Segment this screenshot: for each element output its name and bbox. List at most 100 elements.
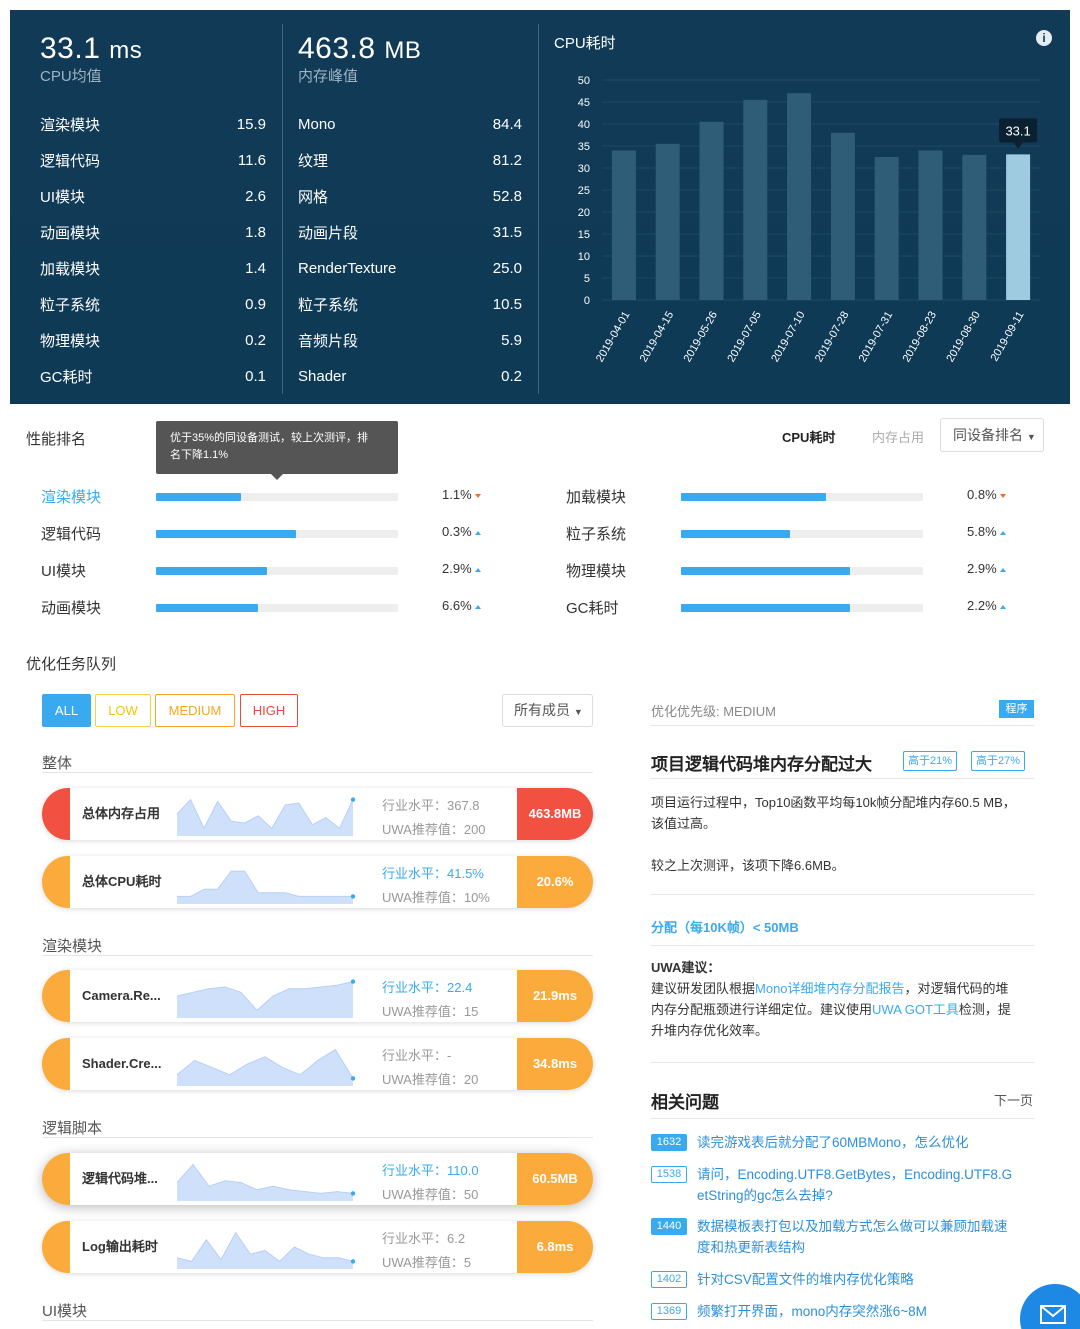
task-card[interactable]: 总体内存占用 行业水平：367.8 UWA推荐值：200 463.8MB [42,788,593,840]
related-question[interactable]: 1369 频繁打开界面，mono内存突然涨6~8M [651,1301,1031,1322]
next-page-link[interactable]: 下一页 [994,1090,1033,1109]
severity-indicator [42,856,70,908]
memory-row: Shader 0.2 [298,358,522,394]
cpu-breakdown: 渲染模块 15.9 逻辑代码 11.6 UI模块 2.6 动画模块 1.8 加载模块 1.4 粒子系… [40,106,266,394]
memory-row-label: 音频片段 [298,332,359,350]
recommended-value: UWA推荐值：10% [382,890,490,905]
device-rank-dropdown[interactable]: 同设备排名 ▼ [940,418,1044,452]
divider [282,24,283,394]
bar[interactable] [655,143,680,300]
industry-level: 行业水平：6.2 [382,1231,466,1246]
tab-cpu-time[interactable]: CPU耗时 [782,427,835,446]
task-card[interactable]: Camera.Re... 行业水平：22.4 UWA推荐值：15 21.9ms [42,970,593,1022]
sparkline-end-dot [350,1259,356,1264]
bar[interactable] [962,154,987,300]
ranking-row-label: 粒子系统 [566,526,627,543]
severity-indicator [42,788,70,840]
bar[interactable] [874,157,899,300]
task-card[interactable]: 逻辑代码堆... 行业水平：110.0 UWA推荐值：50 60.5MB [42,1153,593,1205]
memory-row: 粒子系统 10.5 [298,286,522,322]
member-dropdown[interactable]: 所有成员 ▼ [502,694,593,727]
got-tool-link[interactable]: UWA GOT工具 [872,1002,959,1017]
ranking-row[interactable]: 逻辑代码 0.3% [41,523,491,543]
bar[interactable] [699,121,724,300]
ranking-tooltip: 优于35%的同设备测试，较上次测评，排 名下降1.1% [156,421,398,480]
ranking-bar-fill [681,493,827,501]
cpu-row-label: UI模块 [40,188,86,206]
arrow-up-icon [474,604,481,609]
ranking-row[interactable]: 物理模块 2.9% [566,560,1016,580]
filter-all-button[interactable]: ALL [42,694,91,727]
benchmark-info: 行业水平：22.4 UWA推荐值：15 [382,976,478,1022]
ranking-row-label: UI模块 [41,563,87,580]
ranking-row-label: 物理模块 [566,563,627,580]
related-question[interactable]: 1538 请问，Encoding.UTF8.GetBytes，Encoding.U… [651,1164,1031,1206]
cpu-row-value: 11.6 [237,151,266,169]
caret-down-icon: ▼ [573,707,583,717]
compare-text: 较之上次测评，该项下降6.6MB。 [651,858,845,873]
mono-report-link[interactable]: Mono详细堆内存分配报告 [755,981,905,996]
recommended-value: UWA推荐值：5 [382,1255,472,1270]
tab-memory-usage[interactable]: 内存占用 [872,427,924,446]
ranking-row[interactable]: 渲染模块 1.1% [41,486,491,506]
severity-indicator [42,1038,70,1090]
question-text: 请问，Encoding.UTF8.GetBytes，Encoding.UTF8.… [697,1167,1013,1203]
y-tick-label: 25 [578,185,590,197]
memory-row-label: RenderTexture [298,259,397,277]
memory-summary: 463.8 MB 内存峰值 Mono 84.4 纹理 81.2 网格 52.8 动画片段 31… [284,10,538,404]
bar[interactable] [787,93,812,300]
task-card[interactable]: Log输出耗时 行业水平：6.2 UWA推荐值：5 6.8ms [42,1221,593,1273]
task-name: Log输出耗时 [82,1239,158,1254]
ranking-bar-track [681,530,923,538]
related-question[interactable]: 1440 数据模板表打包以及加载方式怎么做可以兼顾加载速 度和热更新表结构 [651,1216,1031,1258]
divider [538,24,539,394]
ranking-bar-fill [156,604,258,612]
divider [651,725,1034,726]
bar[interactable] [830,132,855,300]
question-text: 数据模板表打包以及加载方式怎么做可以兼顾加载速 度和热更新表结构 [697,1219,1008,1255]
ranking-row[interactable]: 加载模块 0.8% [566,486,1016,506]
bar[interactable] [611,150,636,300]
mail-icon[interactable] [1020,1284,1080,1329]
task-value: 20.6% [517,856,593,908]
cpu-row: UI模块 2.6 [40,178,266,214]
cpu-row-label: GC耗时 [40,368,93,386]
ranking-row-percent: 1.1% [442,487,481,502]
industry-level: 行业水平：22.4 [382,980,473,995]
cpu-row: 物理模块 0.2 [40,322,266,358]
cpu-average-label: CPU均值 [40,68,102,85]
y-tick-label: 35 [578,141,590,153]
y-tick-label: 5 [584,273,590,285]
x-tick-label: 2019-05-26 [682,310,721,365]
related-question[interactable]: 1402 针对CSV配置文件的堆内存优化策略 [651,1269,1031,1290]
bar[interactable] [1006,154,1031,300]
filter-high-button[interactable]: HIGH [240,694,298,727]
sparkline-end-dot [350,894,356,899]
x-tick-label: 2019-07-28 [813,310,852,365]
task-card[interactable]: 总体CPU耗时 行业水平：41.5% UWA推荐值：10% 20.6% [42,856,593,908]
arrow-up-icon [474,567,481,572]
task-card[interactable]: Shader.Cre... 行业水平：- UWA推荐值：20 34.8ms [42,1038,593,1090]
arrow-up-icon [474,530,481,535]
benchmark-info: 行业水平：110.0 UWA推荐值：50 [382,1159,479,1205]
filter-medium-button[interactable]: MEDIUM [155,694,235,727]
task-value: 60.5MB [517,1153,593,1205]
industry-level: 行业水平：367.8 [382,798,480,813]
ranking-row[interactable]: 动画模块 6.6% [41,597,491,617]
bar[interactable] [743,99,768,300]
bar[interactable] [918,150,943,300]
ranking-row[interactable]: 粒子系统 5.8% [566,523,1016,543]
arrow-up-icon [999,567,1006,572]
related-question[interactable]: 1632 读完游戏表后就分配了60MBMono，怎么优化 [651,1132,1031,1153]
tag-above-27: 高于27% [971,751,1026,771]
memory-row-value: 5.9 [501,331,522,349]
ranking-row[interactable]: UI模块 2.9% [41,560,491,580]
ranking-row-percent: 0.8% [967,487,1006,502]
cpu-row-value: 15.9 [236,115,266,133]
task-name: Camera.Re... [82,988,161,1003]
filter-low-button[interactable]: LOW [95,694,151,727]
ranking-row[interactable]: GC耗时 2.2% [566,597,1016,617]
recommended-value: UWA推荐值：200 [382,822,486,837]
sparkline [176,1231,356,1269]
ranking-row-label: 逻辑代码 [41,526,102,543]
